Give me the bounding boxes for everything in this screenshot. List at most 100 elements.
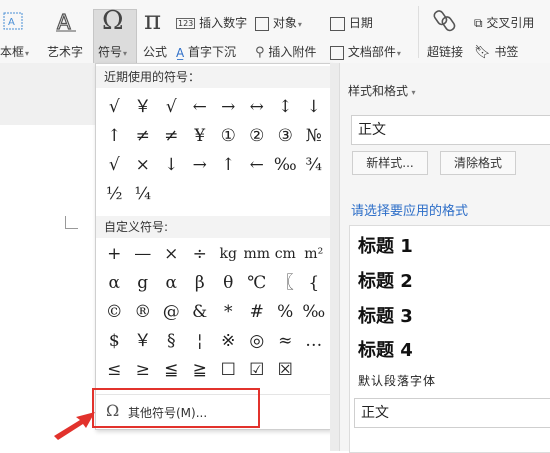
custom-symbol-cell[interactable]: # [243,298,272,327]
wordart-icon[interactable]: A [54,9,78,37]
pi-icon[interactable]: π [144,6,161,36]
recent-symbol-cell[interactable]: ≠ [129,122,158,151]
wordart-button[interactable]: 艺术字 [47,43,83,60]
svg-text:A: A [8,17,15,28]
cross-ref-button[interactable]: ⧉ 交叉引用 [474,14,534,31]
custom-symbol-cell[interactable]: mm [243,240,272,269]
textbox-button[interactable]: 本框▾ [0,43,29,60]
style-heading-4[interactable]: 标题 4 [358,336,413,362]
custom-symbol-cell[interactable]: ※ [214,327,243,356]
recent-symbol-cell[interactable]: √ [157,93,186,122]
object-icon [255,16,269,31]
recent-symbol-cell[interactable]: ① [214,122,243,151]
recent-symbol-cell[interactable]: ← [243,151,272,180]
date-button[interactable]: 日期 [330,14,373,31]
recent-symbol-cell[interactable]: ↑ [214,151,243,180]
custom-symbol-cell[interactable]: ￥ [129,327,158,356]
custom-symbol-cell[interactable]: % [271,298,300,327]
ribbon-divider [418,6,419,58]
recent-symbol-cell[interactable]: ③ [271,122,300,151]
dropcap-button[interactable]: A̲ 首字下沉 [176,43,236,60]
recent-symbol-cell[interactable]: ¾ [300,151,329,180]
custom-symbol-cell[interactable]: ☐ [214,356,243,385]
hyperlink-button[interactable]: 超链接 [427,43,463,60]
bookmark-button[interactable]: 🔖︎ 书签 [474,43,518,60]
recent-symbol-cell[interactable]: ↑ [100,122,129,151]
custom-symbol-cell[interactable]: ≥ [129,356,158,385]
custom-symbol-cell[interactable]: kg [214,240,243,269]
custom-symbol-cell[interactable]: ¦ [186,327,215,356]
dropcap-icon: A̲ [176,45,185,60]
custom-symbol-cell[interactable]: cm [271,240,300,269]
recent-symbol-cell[interactable]: ‰ [271,151,300,180]
recent-symbol-cell[interactable]: ← [186,93,215,122]
panel-title[interactable]: 样式和格式 ▾ [348,82,416,99]
custom-symbol-cell[interactable]: × [157,240,186,269]
current-style-field[interactable]: 正文 [351,115,550,145]
custom-symbol-cell[interactable]: ÷ [186,240,215,269]
recent-symbol-cell[interactable]: ↓ [300,93,329,122]
recent-symbol-cell[interactable]: ② [243,122,272,151]
style-heading-1[interactable]: 标题 1 [358,232,413,258]
custom-symbol-cell[interactable]: § [157,327,186,356]
clear-format-button[interactable]: 清除格式 [440,151,516,175]
custom-symbol-cell[interactable]: β [186,269,215,298]
new-style-button[interactable]: 新样式... [352,151,428,175]
custom-symbol-cell[interactable]: ® [129,298,158,327]
custom-symbol-cell[interactable]: — [129,240,158,269]
recent-symbol-cell[interactable]: ½ [100,180,129,209]
custom-symbol-cell[interactable]: g [129,269,158,298]
bookmark-icon: 🔖︎ [474,45,491,60]
style-heading-2[interactable]: 标题 2 [358,267,413,293]
apply-style-prompt: 请选择要应用的格式 [351,204,469,219]
style-normal[interactable]: 正文 [354,398,550,428]
recent-symbol-cell[interactable]: ↓ [157,151,186,180]
custom-symbol-cell[interactable]: ≧ [186,356,215,385]
insert-number-button[interactable]: 123 插入数字 [176,14,247,31]
custom-symbol-cell[interactable]: $ [100,327,129,356]
formula-button[interactable]: 公式 [143,43,167,60]
custom-symbol-cell[interactable]: @ [157,298,186,327]
recent-symbol-cell[interactable]: ↕ [271,93,300,122]
custom-symbol-cell[interactable]: { [300,269,329,298]
highlight-box [92,388,260,428]
custom-symbol-cell[interactable]: … [300,327,329,356]
custom-symbol-cell[interactable]: ☑ [243,356,272,385]
custom-symbol-cell[interactable]: & [186,298,215,327]
recent-symbol-cell[interactable]: √ [100,93,129,122]
custom-symbol-cell[interactable]: ◎ [243,327,272,356]
style-default-font[interactable]: 默认段落字体 [358,372,436,389]
insert-attachment-button[interactable]: ⚲ 插入附件 [255,43,316,60]
object-button[interactable]: 对象▾ [255,14,302,31]
recent-symbol-cell[interactable]: ¥ [186,122,215,151]
recent-symbol-cell[interactable]: √ [100,151,129,180]
recent-symbol-cell[interactable]: ≠ [157,122,186,151]
custom-symbol-cell[interactable]: m² [300,240,329,269]
custom-symbol-cell[interactable]: + [100,240,129,269]
doc-parts-button[interactable]: 文档部件▾ [330,43,401,60]
custom-symbol-cell[interactable]: ≤ [100,356,129,385]
recent-symbol-cell[interactable]: ↔ [243,93,272,122]
recent-symbol-cell[interactable]: № [300,122,329,151]
recent-symbol-cell[interactable]: → [214,93,243,122]
custom-symbol-cell[interactable]: ☒ [271,356,300,385]
custom-symbol-cell[interactable]: α [157,269,186,298]
custom-symbol-cell[interactable]: ‰ [300,298,329,327]
custom-symbol-cell[interactable]: ≦ [157,356,186,385]
style-heading-3[interactable]: 标题 3 [358,302,413,328]
panel-splitter[interactable] [330,63,339,451]
recent-symbol-cell[interactable]: ¼ [129,180,158,209]
recent-symbol-cell[interactable]: ￥ [129,93,158,122]
custom-symbol-cell[interactable]: θ [214,269,243,298]
link-icon[interactable] [433,8,457,37]
custom-symbol-cell[interactable]: α [100,269,129,298]
custom-symbol-cell[interactable]: © [100,298,129,327]
custom-symbol-cell[interactable]: 〖 [271,269,300,298]
recent-symbol-cell[interactable]: → [186,151,215,180]
custom-symbol-cell[interactable]: * [214,298,243,327]
custom-symbol-cell[interactable]: ℃ [243,269,272,298]
omega-icon: Ω [102,6,124,36]
custom-symbol-cell[interactable]: ≈ [271,327,300,356]
textbox-icon[interactable]: A [2,10,24,35]
recent-symbol-cell[interactable]: × [129,151,158,180]
